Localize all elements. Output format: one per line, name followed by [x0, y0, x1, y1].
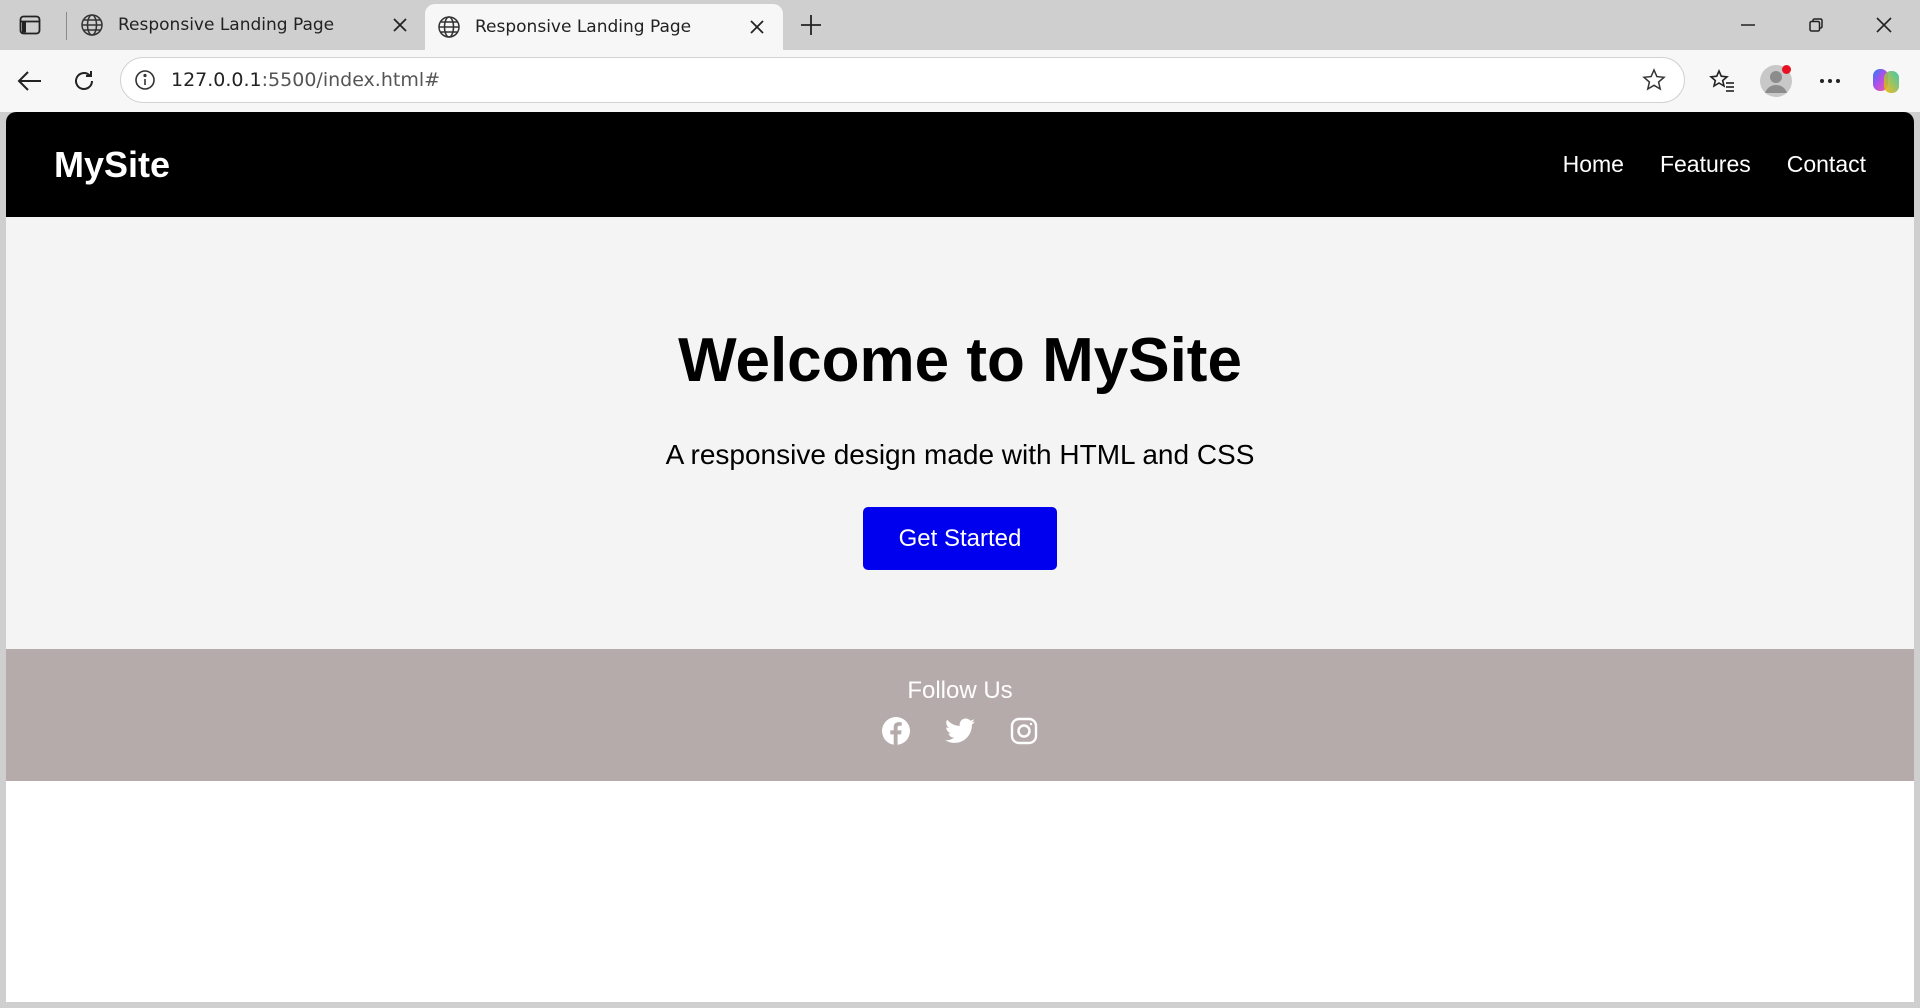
- site-logo[interactable]: MySite: [54, 112, 170, 217]
- site-footer: Follow Us: [6, 649, 1914, 781]
- follow-us-label: Follow Us: [907, 677, 1013, 704]
- reload-button[interactable]: [64, 61, 104, 101]
- favorites-icon[interactable]: [1702, 61, 1742, 101]
- tab-separator: [66, 12, 67, 40]
- nav-link-features[interactable]: Features: [1660, 151, 1751, 178]
- get-started-button[interactable]: Get Started: [863, 507, 1057, 570]
- facebook-icon[interactable]: [881, 716, 911, 746]
- favorite-star-icon[interactable]: [1638, 64, 1670, 96]
- new-tab-button[interactable]: [795, 9, 827, 41]
- close-tab-icon[interactable]: [386, 11, 414, 39]
- close-tab-icon[interactable]: [743, 13, 771, 41]
- address-bar[interactable]: 127.0.0.1:5500/index.html#: [120, 57, 1685, 103]
- copilot-icon[interactable]: [1866, 61, 1906, 101]
- url-text: 127.0.0.1:5500/index.html#: [171, 58, 440, 102]
- nav-links: Home Features Contact: [1563, 112, 1866, 217]
- notification-dot: [1782, 65, 1791, 74]
- browser-toolbar: 127.0.0.1:5500/index.html#: [0, 50, 1920, 112]
- twitter-icon[interactable]: [945, 716, 975, 746]
- nav-link-contact[interactable]: Contact: [1787, 151, 1866, 178]
- sidebar-toggle-icon[interactable]: [12, 10, 48, 40]
- tab-title: Responsive Landing Page: [475, 17, 692, 37]
- globe-icon: [435, 13, 463, 41]
- more-options-icon[interactable]: [1810, 61, 1850, 101]
- page-viewport: MySite Home Features Contact Welcome to …: [6, 112, 1914, 1002]
- browser-tab[interactable]: Responsive Landing Page: [68, 0, 426, 50]
- minimize-button[interactable]: [1714, 0, 1782, 50]
- url-host: 127.0.0.1: [171, 69, 262, 91]
- nav-link-home[interactable]: Home: [1563, 151, 1624, 178]
- profile-avatar[interactable]: [1756, 61, 1796, 101]
- browser-tab-active[interactable]: Responsive Landing Page: [425, 4, 783, 50]
- close-window-button[interactable]: [1850, 0, 1918, 50]
- hero-section: Welcome to MySite A responsive design ma…: [6, 217, 1914, 649]
- tab-strip: Responsive Landing Page Responsive Landi…: [0, 0, 1920, 50]
- instagram-icon[interactable]: [1009, 716, 1039, 746]
- hero-subtitle: A responsive design made with HTML and C…: [665, 439, 1255, 470]
- back-button[interactable]: [10, 61, 50, 101]
- site-info-icon[interactable]: [129, 64, 161, 96]
- hero-title: Welcome to MySite: [678, 326, 1242, 395]
- url-path: :5500/index.html#: [261, 69, 441, 91]
- globe-icon: [78, 11, 106, 39]
- site-navbar: MySite Home Features Contact: [6, 112, 1914, 217]
- social-links: [6, 716, 1914, 746]
- tab-title: Responsive Landing Page: [118, 15, 335, 35]
- restore-button[interactable]: [1782, 0, 1850, 50]
